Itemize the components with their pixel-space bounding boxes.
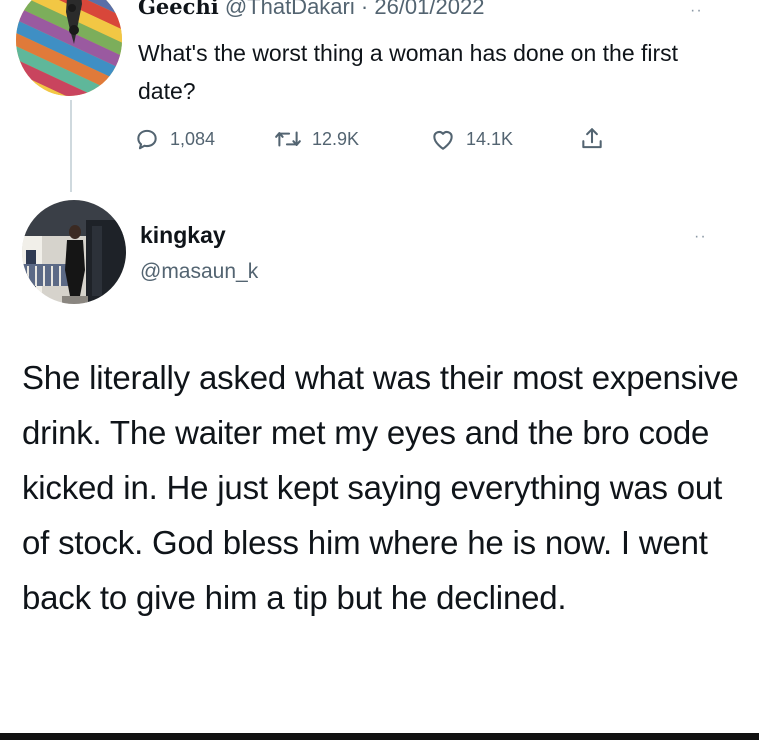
share-button[interactable] (580, 126, 604, 152)
parent-separator: · (360, 0, 369, 19)
parent-display-name[interactable]: Geechi (138, 0, 219, 19)
reply-display-name[interactable]: kingkay (140, 222, 226, 249)
parent-tweet-text: What's the worst thing a woman has done … (138, 40, 679, 104)
like-count: 14.1K (466, 128, 514, 149)
like-button[interactable]: 14.1K (430, 127, 580, 151)
retweet-button[interactable]: 12.9K (274, 126, 430, 152)
share-icon (582, 128, 602, 149)
heart-icon (433, 131, 453, 150)
reply-handle[interactable]: @masaun_k (140, 260, 258, 284)
reply-avatar[interactable] (22, 200, 126, 304)
retweet-count: 12.9K (312, 128, 360, 149)
parent-header: Geechi @ThatDakari · 26/01/2022 (138, 0, 484, 20)
reply-tweet-text: She literally asked what was their most … (22, 359, 739, 616)
thread-line (70, 100, 72, 192)
reply-count: 1,084 (170, 128, 216, 149)
avatar-image (16, 0, 122, 96)
bottom-edge (0, 733, 759, 740)
parent-handle[interactable]: @ThatDakari (225, 0, 355, 19)
avatar-image (22, 200, 126, 304)
reply-more-icon[interactable]: ·· (694, 228, 707, 246)
parent-avatar[interactable] (16, 0, 122, 96)
tweet-screenshot: Geechi @ThatDakari · 26/01/2022 ·· What'… (0, 0, 759, 740)
parent-date[interactable]: 26/01/2022 (374, 0, 484, 19)
parent-tweet[interactable]: Geechi @ThatDakari · 26/01/2022 ·· What'… (0, 0, 759, 200)
parent-more-icon[interactable]: ·· (690, 2, 703, 20)
parent-action-bar: 1,084 12.9K 14.1K (134, 124, 604, 154)
retweet-icon (275, 131, 301, 147)
reply-icon (137, 129, 157, 150)
reply-button[interactable]: 1,084 (134, 126, 274, 152)
